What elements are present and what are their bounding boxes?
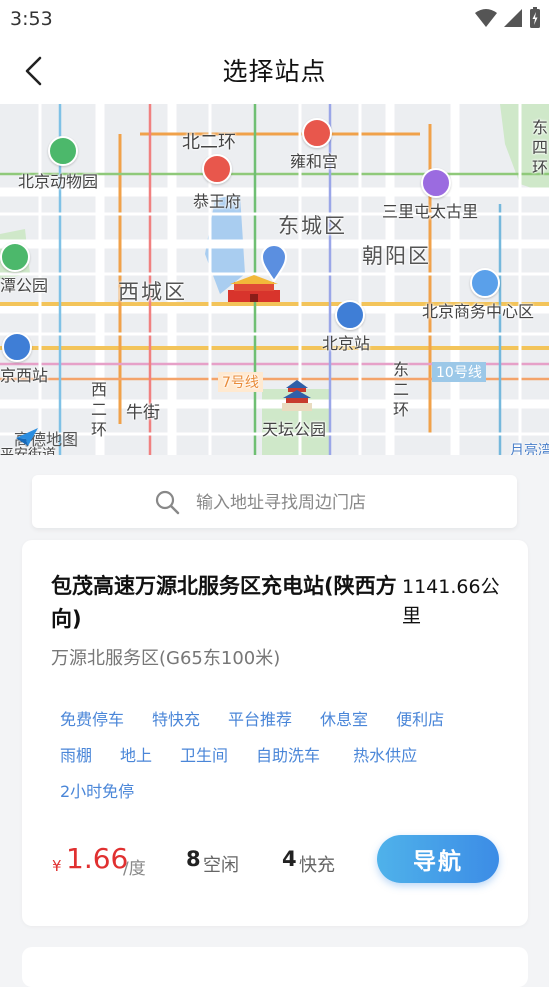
map-label: 三里屯太古里: [382, 202, 479, 221]
map-label: 北京动物园: [18, 172, 99, 191]
idle-count: 8: [186, 847, 201, 871]
poi-icon: [335, 300, 365, 330]
station-tags: 免费停车 特快充 平台推荐 休息室 便利店 雨棚 地上 卫生间 自助洗车 热水供应 2小时免停: [60, 702, 508, 810]
search-icon: [155, 490, 180, 515]
subway-line-label: 7号线: [218, 372, 263, 392]
map-label: 月亮湾: [510, 443, 549, 455]
subway-line-label: 10号线: [432, 362, 486, 382]
poi-icon: [302, 118, 332, 148]
map-label: 北京商务中心区: [422, 302, 535, 321]
tag: 特快充: [152, 710, 201, 729]
nav-bar: 选择站点: [0, 36, 549, 104]
map-label: 西二环: [91, 380, 108, 439]
map-attribution: 高德地图: [14, 426, 78, 450]
tag: 平台推荐: [228, 710, 293, 729]
map-label: 东四环: [532, 118, 549, 177]
status-icons: [475, 6, 541, 30]
map-label: 东城区: [278, 214, 347, 238]
battery-icon: [530, 7, 540, 28]
station-name: 包茂高速万源北服务区充电站(陕西方向): [51, 574, 397, 631]
map-label: 雍和宫: [290, 152, 339, 171]
station-distance: 1141.66公里: [402, 576, 500, 627]
signal-icon: [504, 9, 522, 27]
wifi-icon: [475, 9, 497, 27]
map-label: 天坛公园: [262, 420, 327, 439]
poi-icon: [421, 168, 451, 198]
tag: 雨棚: [60, 746, 93, 765]
map-label: 北京站: [322, 334, 371, 353]
tag: 2小时免停: [60, 782, 135, 801]
temple-of-heaven-icon: [282, 380, 312, 411]
poi-icon: [0, 242, 30, 272]
price-unit: /度: [123, 859, 146, 879]
map-label: 恭王府: [193, 192, 242, 211]
map-label: 东二环: [393, 360, 410, 419]
currency-symbol: ¥: [52, 857, 62, 875]
station-address: 万源北服务区(G65东100米): [51, 648, 281, 669]
search-box[interactable]: [32, 475, 517, 530]
amap-logo-icon: [16, 428, 38, 446]
map-label: 北二环: [182, 132, 236, 153]
status-bar: 3:53: [0, 0, 549, 36]
price-value: 1.66: [66, 842, 129, 875]
tag: 热水供应: [353, 746, 418, 765]
map-label: 潭公园: [0, 276, 49, 295]
tag: 休息室: [320, 710, 369, 729]
fast-label: 快充: [299, 855, 335, 876]
tag: 卫生间: [180, 746, 229, 765]
map-label: 西城区: [118, 280, 187, 304]
idle-label: 空闲: [203, 855, 239, 876]
location-pin-icon: [261, 244, 287, 282]
navigate-button[interactable]: 导航: [377, 835, 499, 883]
tag: 地上: [120, 746, 153, 765]
status-time: 3:53: [10, 8, 53, 30]
map-label: 京西站: [0, 366, 49, 385]
map-label: 牛街: [126, 403, 160, 423]
search-input[interactable]: [194, 475, 498, 530]
poi-icon: [2, 332, 32, 362]
page-title: 选择站点: [222, 57, 327, 86]
fast-count: 4: [282, 847, 297, 871]
tag: 自助洗车: [256, 746, 321, 765]
station-card[interactable]: 包茂高速万源北服务区充电站(陕西方向) 1141.66公里 万源北服务区(G65…: [22, 540, 528, 926]
map-view[interactable]: 北二环 雍和宫 北京动物园 恭王府 东城区 三里屯太古里 朝阳区 西城区 潭公园…: [0, 104, 549, 455]
poi-icon: [48, 136, 78, 166]
map-label: 朝阳区: [362, 244, 431, 268]
poi-icon: [470, 268, 500, 298]
next-station-card[interactable]: [22, 947, 528, 987]
poi-icon: [202, 154, 232, 184]
tag: 免费停车: [60, 710, 125, 729]
tag: 便利店: [396, 710, 445, 729]
